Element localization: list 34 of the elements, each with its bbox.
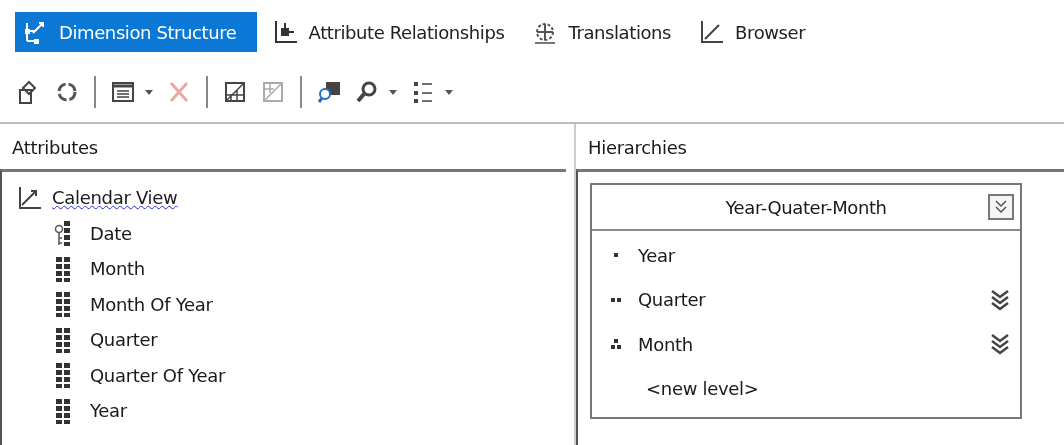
tree-item[interactable]: Quarter Of Year — [90, 364, 226, 386]
tab[interactable]: Dimension Structure — [15, 12, 257, 52]
tab[interactable]: Browser — [691, 12, 818, 52]
tree-item[interactable]: Calendar View — [52, 187, 178, 209]
hierarchy-title: Year-Quater-Month — [725, 196, 887, 218]
hierarchy-level[interactable]: Year — [638, 244, 675, 266]
tab[interactable]: Translations — [524, 12, 684, 52]
tree-icon — [411, 80, 435, 104]
tree-item[interactable]: Month Of Year — [90, 293, 213, 315]
new-level-item[interactable]: <new level> — [646, 378, 759, 400]
pane-title: Hierarchies — [587, 136, 688, 160]
grid-icon — [261, 80, 285, 104]
zoom-icon — [355, 80, 379, 104]
tree-item[interactable]: Year — [90, 400, 127, 422]
expand-button[interactable] — [988, 194, 1014, 220]
axes-icon — [16, 184, 42, 211]
caret-icon — [445, 89, 453, 95]
double-chevron-icon — [994, 199, 1008, 215]
refresh-icon — [55, 80, 79, 104]
tree-item[interactable]: Month — [90, 258, 145, 280]
hierarchy-level[interactable]: Month — [638, 333, 693, 355]
tab[interactable]: Attribute Relationships — [264, 12, 517, 52]
tree-item[interactable]: Date — [90, 222, 132, 244]
caret-icon — [145, 89, 153, 95]
hierarchy-level[interactable]: Quarter — [638, 289, 706, 311]
pane-title: Attributes — [11, 136, 99, 160]
caret-icon — [389, 89, 397, 95]
list-icon — [111, 80, 135, 104]
axes-icon — [699, 19, 726, 45]
delete-icon — [167, 80, 191, 104]
grid-icon — [223, 80, 247, 104]
search-icon — [317, 80, 341, 104]
relationship-icon — [272, 19, 299, 45]
tree-item[interactable]: Quarter — [90, 329, 158, 351]
